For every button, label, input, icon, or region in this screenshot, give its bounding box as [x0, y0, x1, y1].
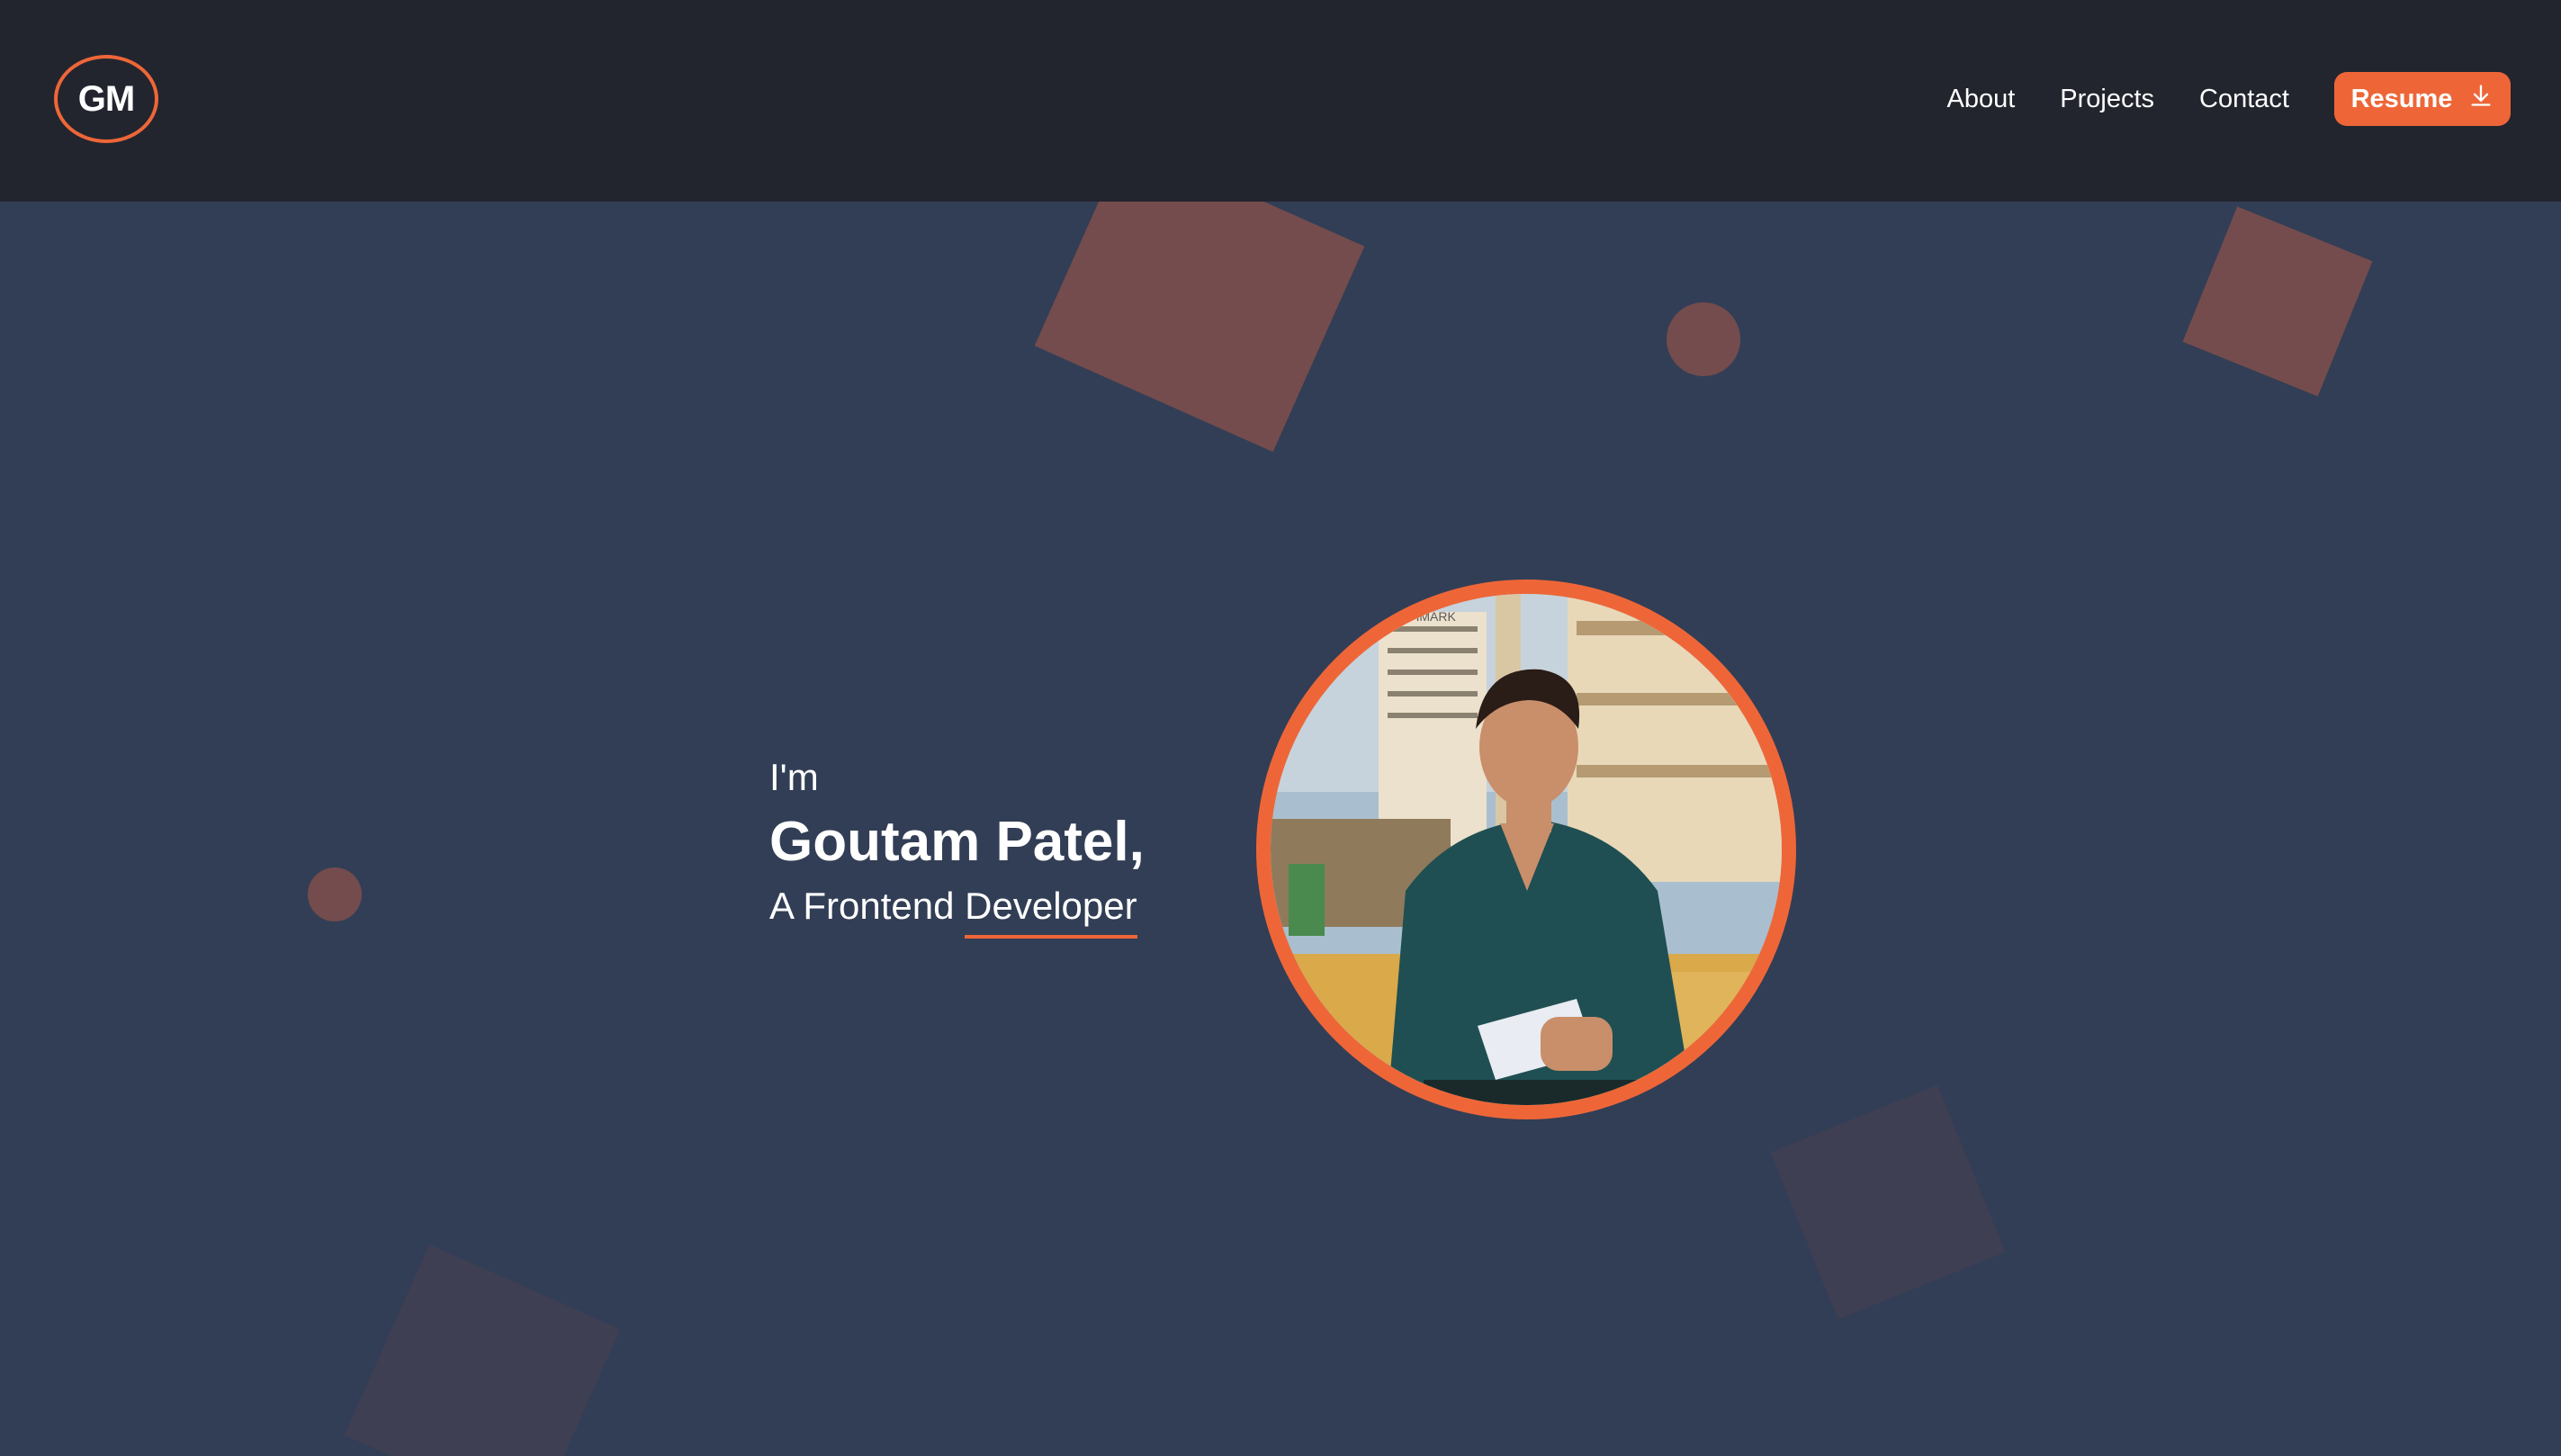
greeting-text: I'm	[769, 756, 819, 798]
hero-role: A Frontend Developer	[769, 885, 1145, 939]
role-highlight: Developer	[965, 885, 1138, 939]
main-nav: About Projects Contact Resume	[1946, 72, 2511, 126]
profile-photo: NCHMARK	[1256, 580, 1796, 1119]
decorative-circle	[308, 867, 362, 921]
hero-section: I'm Goutam Patel, A Frontend Developer N…	[0, 202, 2561, 1456]
nav-link-about[interactable]: About	[1946, 85, 2015, 114]
download-icon	[2468, 83, 2494, 115]
role-prefix: A Frontend	[769, 885, 966, 927]
resume-button[interactable]: Resume	[2334, 72, 2511, 126]
decorative-circle	[1667, 302, 1740, 376]
decorative-square	[1770, 1084, 2006, 1320]
decorative-square	[1034, 202, 1365, 453]
site-header: GM About Projects Contact Resume	[0, 0, 2561, 202]
nav-link-contact[interactable]: Contact	[2199, 85, 2289, 114]
decorative-square	[2182, 206, 2373, 397]
logo-text: GM	[77, 78, 135, 119]
nav-link-projects[interactable]: Projects	[2060, 85, 2154, 114]
photo-sign-text: NCHMARK	[1392, 609, 1456, 624]
logo[interactable]: GM	[54, 55, 158, 143]
decorative-square	[344, 1244, 621, 1456]
hero-intro: I'm Goutam Patel, A Frontend Developer	[769, 756, 1145, 939]
resume-label: Resume	[2350, 84, 2453, 113]
hero-name: Goutam Patel,	[769, 811, 1145, 873]
